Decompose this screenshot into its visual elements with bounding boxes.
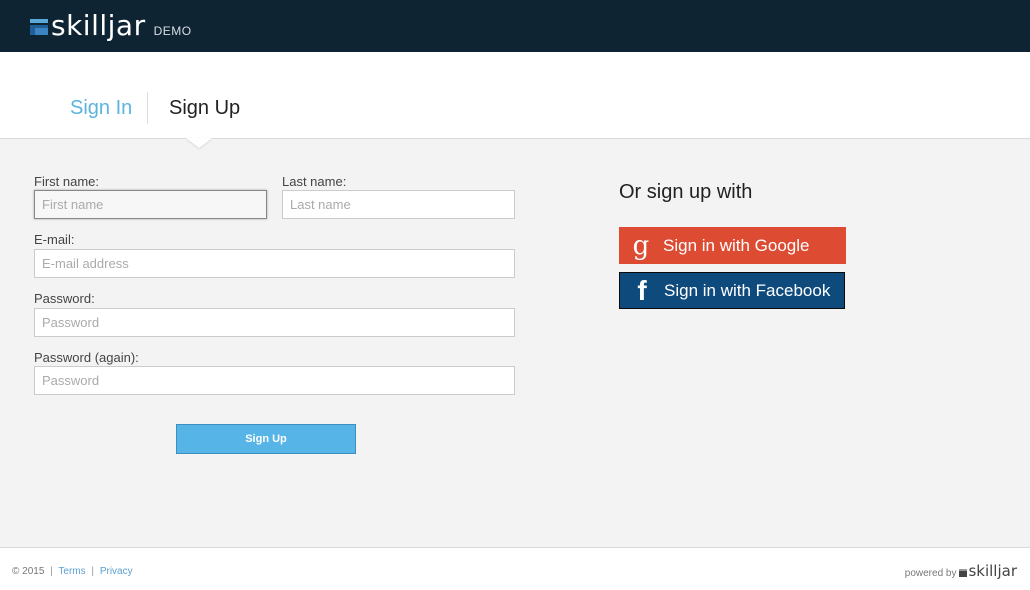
powered-by-brand: skilljar: [968, 562, 1017, 580]
last-name-input[interactable]: [282, 190, 515, 219]
powered-by[interactable]: powered by skilljar: [905, 562, 1017, 580]
brand-logo[interactable]: skilljar DEMO: [30, 9, 192, 42]
password-input[interactable]: [34, 308, 515, 337]
google-icon: g: [632, 230, 650, 261]
active-tab-pointer: [186, 138, 212, 148]
terms-link[interactable]: Terms: [58, 566, 85, 577]
password-again-label: Password (again):: [34, 350, 139, 365]
first-name-input[interactable]: [34, 190, 267, 219]
footer: © 2015 | Terms | Privacy powered by skil…: [0, 549, 1030, 590]
google-button-label: Sign in with Google: [663, 235, 810, 255]
facebook-icon: f: [637, 274, 647, 306]
password-again-input[interactable]: [34, 366, 515, 395]
copyright: © 2015: [12, 566, 45, 577]
tab-sign-up[interactable]: Sign Up: [169, 97, 240, 120]
signup-panel: First name: Last name: E-mail: Password:…: [0, 138, 1030, 548]
email-label: E-mail:: [34, 232, 75, 247]
top-bar: skilljar DEMO: [0, 0, 1030, 52]
logo-mark-icon: [30, 18, 48, 37]
footer-separator: |: [50, 566, 53, 577]
skilljar-mini-logo-icon: [959, 568, 968, 577]
sign-up-button[interactable]: Sign Up: [176, 424, 356, 454]
email-input[interactable]: [34, 249, 515, 278]
powered-by-text: powered by: [904, 567, 957, 579]
password-label: Password:: [34, 291, 95, 306]
privacy-link[interactable]: Privacy: [100, 566, 133, 577]
google-sign-in-button[interactable]: g Sign in with Google: [619, 227, 846, 264]
footer-separator: |: [91, 566, 95, 577]
tab-divider: [147, 92, 148, 124]
brand-name: skilljar: [51, 9, 146, 42]
facebook-button-label: Sign in with Facebook: [664, 280, 831, 300]
demo-badge: DEMO: [153, 23, 192, 38]
auth-tabs: Sign In Sign Up: [0, 52, 1030, 139]
tab-sign-in[interactable]: Sign In: [70, 97, 132, 120]
first-name-label: First name:: [34, 174, 100, 189]
facebook-sign-in-button[interactable]: f Sign in with Facebook: [619, 272, 845, 309]
social-signup-title: Or sign up with: [619, 181, 753, 203]
footer-links: © 2015 | Terms | Privacy: [12, 566, 133, 577]
last-name-label: Last name:: [282, 174, 347, 189]
